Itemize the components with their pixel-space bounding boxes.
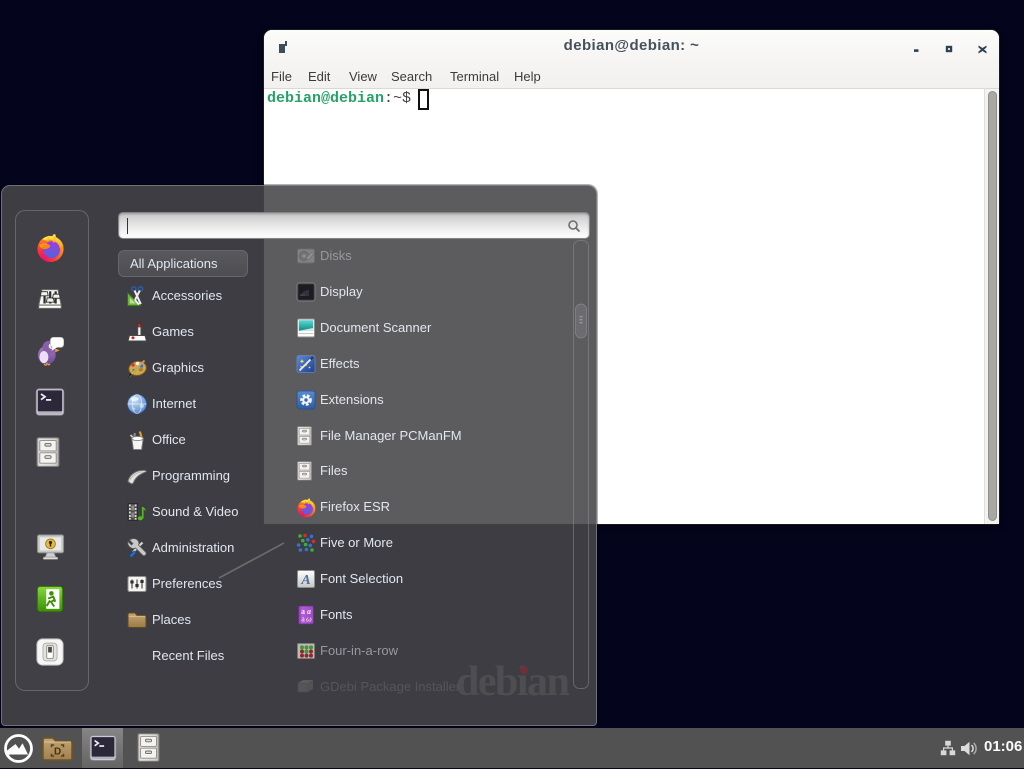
svg-text:ω: ω <box>306 615 312 624</box>
svg-text:A: A <box>300 573 310 588</box>
svg-text:D: D <box>54 747 61 758</box>
svg-text:a: a <box>301 615 305 624</box>
